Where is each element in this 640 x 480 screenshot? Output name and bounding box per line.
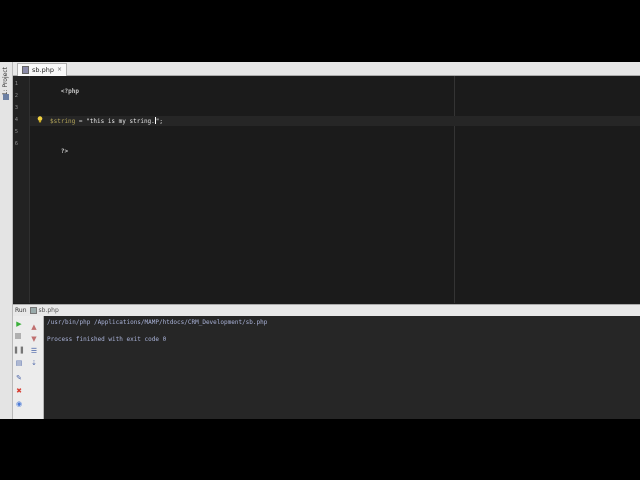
line-number-gutter: 1 2 3 4 5 6 [13, 76, 30, 303]
run-console[interactable]: /usr/bin/php /Applications/MAMP/htdocs/C… [44, 316, 640, 419]
down-arrow-icon[interactable]: ▼ [30, 335, 38, 343]
php-close-tag: ?> [60, 148, 69, 155]
code-line-6[interactable]: ?> [32, 141, 68, 162]
scroll-to-end-icon[interactable]: ⇣ [30, 359, 38, 367]
code-line-1[interactable]: <?php [32, 81, 79, 102]
code-area[interactable]: <?php $string = "this is my string."; ?> [30, 76, 640, 303]
string-token-end: "; [155, 118, 164, 125]
code-editor[interactable]: 1 2 3 4 5 6 <?php $string = "this is my … [13, 76, 640, 303]
console-exit-line: Process finished with exit code 0 [47, 336, 167, 343]
ide-window: 1: Project sb.php × 1 2 3 4 5 6 <?php $s… [0, 62, 640, 419]
code-line-4[interactable]: $string = "this is my string."; [50, 117, 163, 125]
php-open-tag: <?php [60, 88, 79, 95]
dump-threads-icon[interactable]: ▤ [15, 359, 23, 367]
run-toolbar: ▶ ❚❚ ▤ ✎ ✖ ◉ ▲ ▼ ☰ ⇣ [13, 316, 44, 419]
lightbulb-icon[interactable] [37, 116, 43, 123]
run-config-label: sb.php [38, 307, 59, 314]
run-title: Run [15, 307, 27, 314]
structure-icon[interactable] [3, 94, 9, 100]
rerun-icon[interactable]: ▶ [15, 320, 23, 328]
close-icon[interactable]: × [57, 67, 62, 73]
php-file-icon [29, 307, 37, 314]
run-config-tab[interactable]: sb.php [29, 307, 59, 314]
variable-token: $string [50, 118, 76, 125]
console-command-line: /usr/bin/php /Applications/MAMP/htdocs/C… [47, 319, 268, 326]
line-number: 4 [14, 117, 18, 123]
line-number: 5 [14, 129, 18, 135]
stop-icon[interactable] [15, 333, 21, 339]
line-number: 1 [14, 81, 18, 87]
php-file-icon [22, 66, 29, 74]
editor-tab-bar: sb.php × [13, 62, 640, 76]
right-margin-guide [454, 76, 455, 303]
project-tool-label[interactable]: 1: Project [2, 67, 9, 95]
line-number: 2 [14, 93, 18, 99]
pin-icon[interactable]: ✎ [15, 374, 23, 382]
project-tool-strip[interactable]: 1: Project [0, 62, 13, 419]
pause-icon[interactable]: ❚❚ [13, 346, 25, 354]
operator-token: = [75, 118, 87, 125]
soft-wrap-icon[interactable]: ☰ [30, 347, 38, 355]
tab-label: sb.php [32, 66, 54, 74]
line-number: 6 [14, 141, 18, 147]
string-token: "this is my string. [86, 118, 155, 125]
help-icon[interactable]: ◉ [15, 400, 23, 408]
close-run-icon[interactable]: ✖ [15, 387, 23, 395]
line-number: 3 [14, 105, 18, 111]
tab-sb-php[interactable]: sb.php × [17, 63, 67, 76]
up-arrow-icon[interactable]: ▲ [30, 323, 38, 331]
